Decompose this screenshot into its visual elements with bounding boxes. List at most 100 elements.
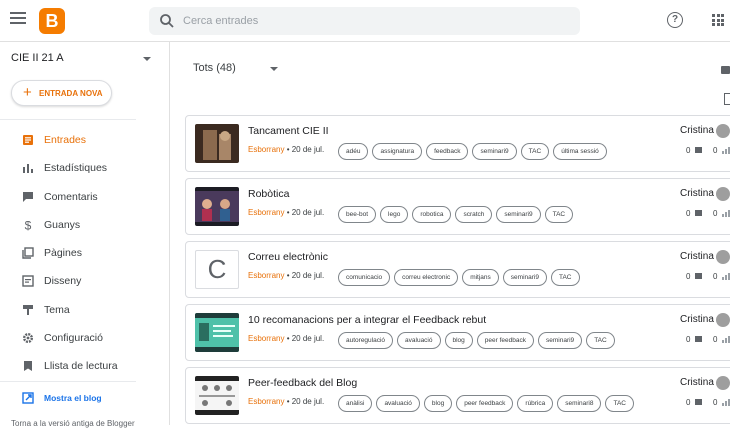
post-status: Esborrany (248, 334, 285, 343)
label-chip[interactable]: TAC (586, 332, 615, 349)
sidebar-item-settings[interactable]: Configuració (0, 324, 170, 352)
search-input[interactable] (183, 7, 563, 35)
label-chip[interactable]: seminari8 (557, 395, 602, 412)
post-date: • 20 de jul. (284, 145, 325, 154)
post-status: Esborrany (248, 271, 285, 280)
view-blog-link[interactable]: Mostra el blog (0, 384, 170, 412)
sidebar-item-reading-list[interactable]: Llista de lectura (0, 352, 170, 380)
avatar (716, 124, 730, 138)
post-author: Cristina (680, 377, 714, 388)
comment-count: 0 (686, 272, 691, 281)
label-chip[interactable]: última sessió (553, 143, 607, 160)
post-date: • 20 de jul. (284, 208, 325, 217)
label-chip[interactable]: seminari9 (472, 143, 517, 160)
apps-icon[interactable] (712, 14, 724, 26)
post-author: Cristina (680, 251, 714, 262)
post-row[interactable]: 10 recomanacions per a integrar el Feedb… (185, 304, 730, 361)
post-thumbnail (195, 124, 239, 163)
avatar (716, 250, 730, 264)
post-title[interactable]: Peer-feedback del Blog (248, 377, 357, 389)
menu-icon[interactable] (10, 12, 26, 26)
label-chip[interactable]: comunicacio (338, 269, 391, 286)
label-chip[interactable]: bee-bot (338, 206, 377, 223)
avatar (716, 187, 730, 201)
old-version-link[interactable]: Torna a la versió antiga de Blogger (11, 419, 135, 428)
view-count: 0 (713, 209, 718, 218)
post-row[interactable]: Tancament CIE II Esborrany • 20 de jul. … (185, 115, 730, 172)
post-thumbnail (195, 187, 239, 226)
label-chip[interactable]: blog (423, 395, 453, 412)
label-chip[interactable]: rúbrica (517, 395, 554, 412)
label-chip[interactable]: seminari9 (538, 332, 583, 349)
label-chip[interactable]: peer feedback (456, 395, 514, 412)
search-box[interactable] (149, 7, 580, 35)
post-labels: comunicacio correu electronic mitjans semin… (338, 266, 584, 286)
label-chip[interactable]: mitjans (462, 269, 499, 286)
label-chip[interactable]: feedback (426, 143, 469, 160)
post-date: • 20 de jul. (284, 334, 325, 343)
label-chip[interactable]: seminari9 (502, 269, 547, 286)
label-chip[interactable]: assignatura (372, 143, 423, 160)
label-chip[interactable]: TAC (544, 206, 574, 223)
sidebar: CIE II 21 A + ENTRADA NOVA Entrades Esta… (0, 42, 170, 428)
top-bar: B ? (0, 0, 730, 42)
bookmark-icon (24, 361, 32, 371)
sidebar-item-layout[interactable]: Disseny (0, 267, 170, 295)
post-filter-dropdown[interactable]: Tots (48) (193, 62, 236, 74)
svg-text:$: $ (25, 219, 32, 231)
comment-count: 0 (686, 209, 691, 218)
new-post-button[interactable]: + ENTRADA NOVA (11, 80, 112, 106)
post-title[interactable]: Robòtica (248, 188, 289, 200)
label-chip[interactable]: seminari9 (496, 206, 541, 223)
label-chip[interactable]: anàlisi (338, 395, 373, 412)
gear-icon (23, 333, 33, 343)
label-chip[interactable]: TAC (550, 269, 580, 286)
comments-icon (695, 210, 702, 216)
sidebar-item-stats[interactable]: Estadístiques (0, 154, 170, 182)
stats-icon (722, 273, 730, 280)
post-meta: Esborrany • 20 de jul. (248, 145, 324, 154)
label-chip[interactable]: TAC (520, 143, 550, 160)
chevron-down-icon[interactable] (143, 57, 151, 61)
post-meta: Esborrany • 20 de jul. (248, 208, 324, 217)
post-row[interactable]: Peer-feedback del Blog Esborrany • 20 de… (185, 367, 730, 424)
dollar-icon: $ (25, 219, 32, 231)
post-row[interactable]: C Correu electrònic Esborrany • 20 de ju… (185, 241, 730, 298)
label-chip[interactable]: avaluació (397, 332, 441, 349)
label-chip[interactable]: correu electronic (394, 269, 459, 286)
post-meta: Esborrany • 20 de jul. (248, 334, 324, 343)
post-title[interactable]: Tancament CIE II (248, 125, 329, 137)
post-title[interactable]: 10 recomanacions per a integrar el Feedb… (248, 314, 486, 326)
sidebar-item-earnings[interactable]: $ Guanys (0, 211, 170, 239)
select-icon[interactable] (724, 93, 730, 105)
blogger-logo[interactable]: B (39, 8, 65, 34)
help-icon[interactable]: ? (667, 12, 683, 28)
post-status: Esborrany (248, 208, 285, 217)
sidebar-item-pages[interactable]: Pàgines (0, 239, 170, 267)
stats-icon (722, 336, 730, 343)
sidebar-item-theme[interactable]: Tema (0, 296, 170, 324)
label-chip[interactable]: peer feedback (476, 332, 534, 349)
chevron-down-icon[interactable] (270, 67, 278, 71)
label-chip[interactable]: scratch (455, 206, 493, 223)
blog-selector[interactable]: CIE II 21 A (11, 52, 64, 64)
divider (0, 381, 136, 382)
label-chip[interactable]: TAC (605, 395, 634, 412)
label-chip[interactable]: adéu (338, 143, 369, 160)
label-chip[interactable]: avaluació (376, 395, 420, 412)
sidebar-item-posts[interactable]: Entrades (0, 126, 170, 154)
label-chip[interactable]: blog (444, 332, 473, 349)
label-chip[interactable]: robotica (412, 206, 452, 223)
stats-icon (23, 164, 33, 173)
post-author: Cristina (680, 125, 714, 136)
post-status: Esborrany (248, 397, 285, 406)
sidebar-item-comments[interactable]: Comentaris (0, 183, 170, 211)
post-row[interactable]: Robòtica Esborrany • 20 de jul. bee-bot l… (185, 178, 730, 235)
view-count: 0 (713, 146, 718, 155)
label-chip[interactable]: autoregulació (338, 332, 394, 349)
stats-icon (722, 210, 730, 217)
post-thumbnail (195, 376, 239, 415)
post-title[interactable]: Correu electrònic (248, 251, 328, 263)
label-chip[interactable]: lego (380, 206, 409, 223)
list-view-icon[interactable] (721, 66, 730, 74)
